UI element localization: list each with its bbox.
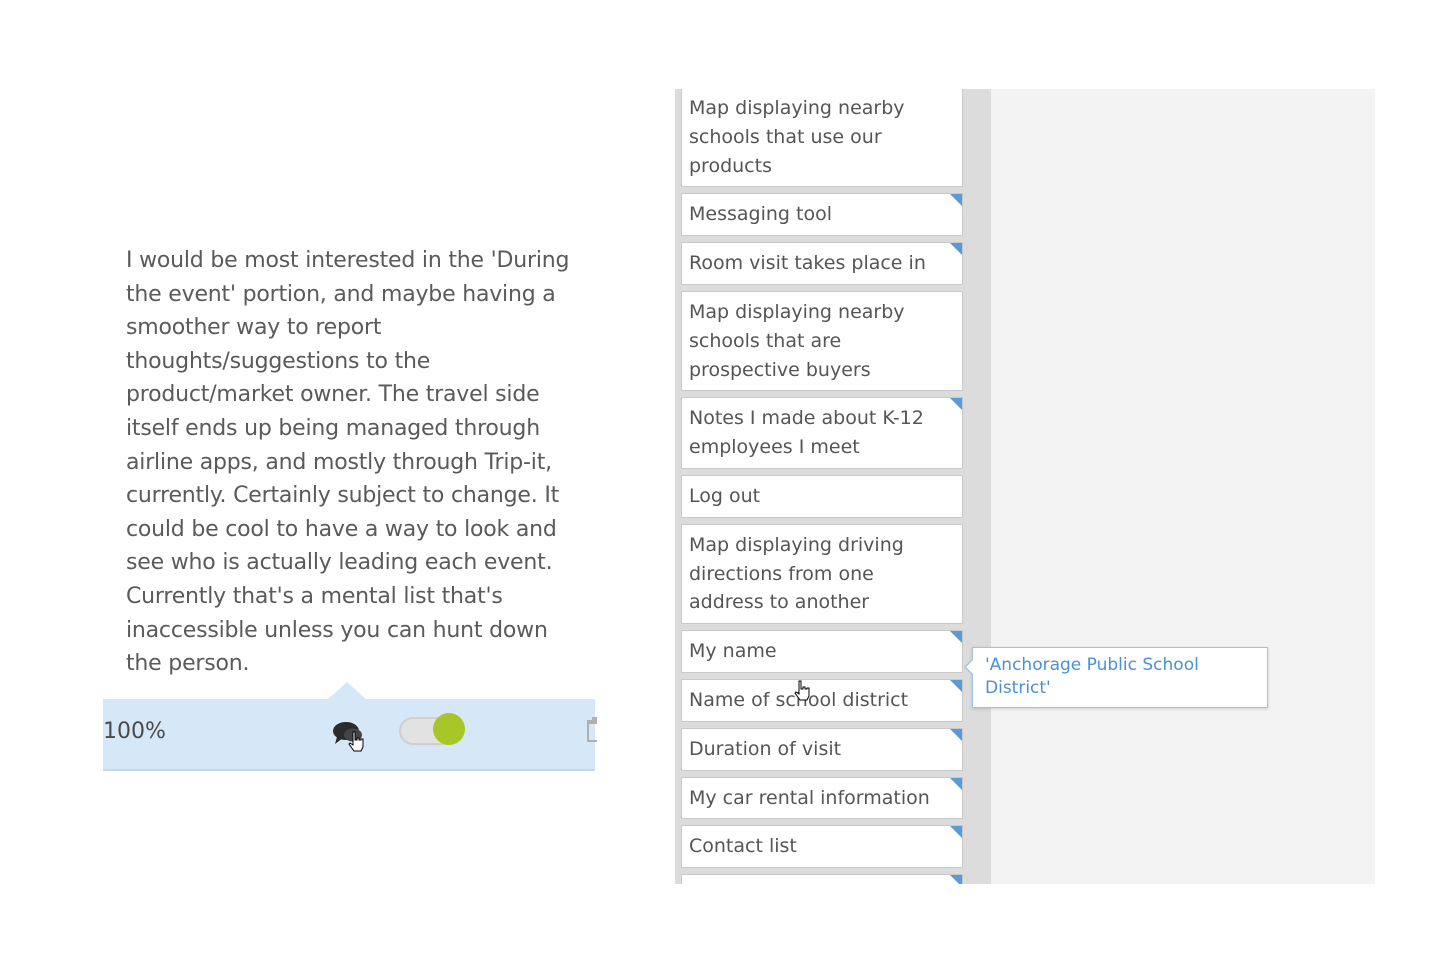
visibility-toggle[interactable]: [397, 713, 465, 745]
card-flag-corner: [950, 826, 962, 839]
card-label: Map displaying nearby schools that are p…: [689, 300, 905, 381]
card-tooltip: 'Anchorage Public School District': [964, 647, 1268, 708]
card-list: Map displaying nearby schools that use o…: [681, 89, 963, 884]
card-flag-corner: [950, 679, 962, 692]
hand-cursor-icon: [347, 731, 365, 753]
card-label: Duration of visit: [689, 737, 842, 760]
card-flag-corner: [950, 875, 962, 884]
card-flag-corner: [950, 631, 962, 644]
zoom-level: 100%: [103, 719, 166, 744]
card-label: My name: [689, 640, 777, 663]
toggle-knob: [433, 713, 465, 745]
card[interactable]: Notes I made about K-12 employees I meet: [681, 397, 963, 469]
hand-cursor-icon: [793, 680, 811, 702]
card-flag-corner: [950, 728, 962, 741]
board-panel: Map displaying nearby schools that use o…: [675, 89, 1375, 884]
card[interactable]: Duration of visit: [681, 727, 963, 771]
card[interactable]: Contact list: [681, 825, 963, 869]
trash-icon[interactable]: [585, 717, 597, 743]
page: I would be most interested in the 'Durin…: [0, 0, 1440, 961]
card[interactable]: My name: [681, 630, 963, 673]
card[interactable]: My car rental information: [681, 776, 963, 820]
card-label: Log out: [689, 484, 761, 507]
card[interactable]: Name of school district: [681, 678, 963, 722]
card[interactable]: Messaging tool: [681, 193, 963, 237]
tooltip-text: 'Anchorage Public School District': [985, 655, 1199, 698]
card-label: Map displaying nearby schools that use o…: [689, 97, 905, 177]
card-flag-corner: [950, 243, 962, 256]
card-label: Map displaying driving directions from o…: [689, 533, 904, 614]
card[interactable]: Address of school: [681, 874, 963, 884]
card[interactable]: Room visit takes place in: [681, 242, 963, 285]
card[interactable]: Map displaying nearby schools that are p…: [681, 290, 963, 392]
comment-text: I would be most interested in the 'Durin…: [126, 248, 570, 677]
card-flag-corner: [950, 398, 962, 411]
toolbar-notch: [327, 682, 367, 700]
card-label: My car rental information: [689, 786, 930, 809]
card-flag-corner: [950, 777, 962, 790]
card-label: Room visit takes place in: [689, 252, 926, 275]
card-label: Contact list: [689, 835, 797, 858]
card[interactable]: Map displaying nearby schools that use o…: [681, 89, 963, 188]
card-label: Messaging tool: [689, 203, 832, 226]
tooltip-arrow-inner: [966, 659, 974, 675]
card[interactable]: Map displaying driving directions from o…: [681, 523, 963, 625]
card-label: Notes I made about K-12 employees I meet: [689, 407, 924, 459]
card[interactable]: Log out: [681, 474, 963, 518]
comment-toolbar: 100%: [103, 699, 597, 771]
card-flag-corner: [950, 194, 962, 207]
